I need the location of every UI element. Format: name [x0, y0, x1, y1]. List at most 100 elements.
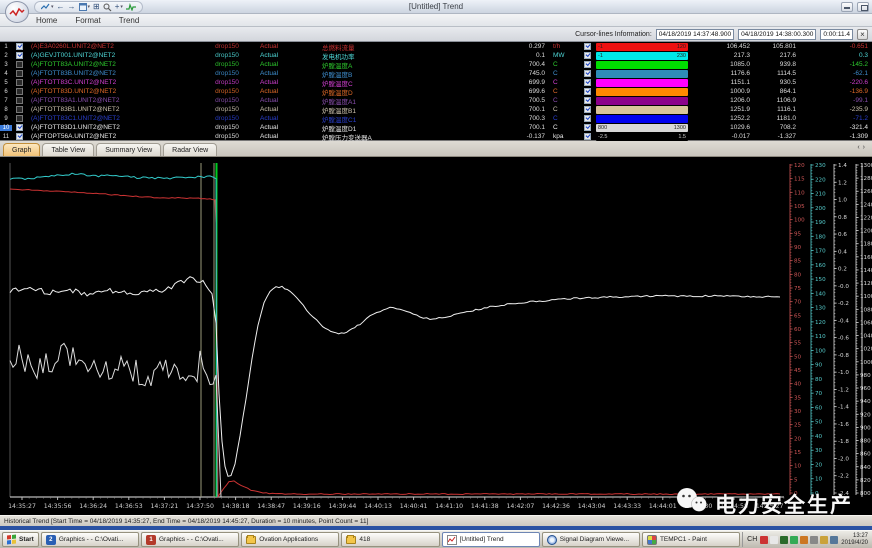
pen-visible-checkbox[interactable] — [16, 88, 23, 95]
svg-text:-0.4: -0.4 — [838, 318, 849, 324]
unit-cell: C — [547, 88, 579, 95]
pen-visible-checkbox[interactable] — [16, 106, 23, 113]
taskbar-item-ovation-applications[interactable]: Ovation Applications — [241, 532, 339, 547]
menu-home[interactable]: Home — [36, 16, 57, 25]
drop-cell: drop150 — [202, 61, 252, 68]
cursor1-time-field[interactable]: 04/18/2019 14:37:48.900 — [656, 29, 734, 40]
tray-icon[interactable] — [820, 536, 828, 544]
current-value-cell: 700.5 — [485, 97, 547, 104]
cursor1-value-cell: -0.017 — [688, 133, 752, 140]
tray-icon[interactable] — [760, 536, 768, 544]
scale-range-bar[interactable]: -1230 — [596, 52, 688, 60]
trend-graph-area[interactable]: 14:35:2714:35:5614:36:2414:36:5314:37:21… — [0, 157, 872, 515]
taskbar-item-tempc1-paint[interactable]: TEMPC1 - Paint — [642, 532, 740, 547]
pen-visible-checkbox[interactable] — [16, 133, 23, 140]
scale-range-bar[interactable] — [596, 70, 688, 78]
svg-text:100: 100 — [794, 218, 805, 224]
menu-format[interactable]: Format — [75, 16, 100, 25]
pen-visible-checkbox[interactable] — [16, 79, 23, 86]
pen-visible-checkbox[interactable] — [16, 43, 23, 50]
svg-text:1.0: 1.0 — [838, 198, 847, 204]
tab-summary-view[interactable]: Summary View — [96, 143, 161, 156]
scale-range-bar[interactable]: -2.51.5 — [596, 133, 688, 141]
tray-icon[interactable] — [780, 536, 788, 544]
cursor1-value-cell: 106.452 — [688, 43, 752, 50]
taskbar-item-signal-diagram-viewe-[interactable]: Signal Diagram Viewe... — [542, 532, 640, 547]
svg-text:60: 60 — [815, 405, 823, 411]
cursor-delta-field[interactable]: 0:00:11.4 — [820, 29, 853, 40]
scale-checkbox[interactable] — [584, 106, 591, 113]
table-row[interactable]: 11(A)FTOPT56A.UNIT2@NET2drop150Actual炉膛压… — [0, 132, 872, 141]
tray-icon[interactable] — [810, 536, 818, 544]
new-window-icon[interactable]: ▾ — [79, 2, 91, 12]
minimize-button[interactable] — [841, 2, 853, 12]
cursor2-time-field[interactable]: 04/18/2019 14:38:00.300 — [738, 29, 816, 40]
cursor1-value-cell: 1000.9 — [688, 88, 752, 95]
tab-radar-view[interactable]: Radar View — [163, 143, 217, 156]
pulse-icon[interactable] — [126, 3, 136, 11]
pen-visible-checkbox[interactable] — [16, 61, 23, 68]
cursor-info-close-icon[interactable]: × — [857, 29, 868, 40]
scale-checkbox[interactable] — [584, 133, 591, 140]
time-tick-label: 14:40:41 — [400, 503, 428, 510]
pen-visible-checkbox[interactable] — [16, 115, 23, 122]
pen-visible-checkbox[interactable] — [16, 52, 23, 59]
tray-icon[interactable] — [830, 536, 838, 544]
tab-graph[interactable]: Graph — [3, 143, 40, 156]
scale-range-bar[interactable] — [596, 115, 688, 123]
scale-checkbox[interactable] — [584, 70, 591, 77]
svg-text:75: 75 — [794, 286, 802, 292]
pen-visible-checkbox[interactable] — [16, 70, 23, 77]
app-orb-icon[interactable] — [5, 1, 29, 23]
scale-checkbox[interactable] — [584, 97, 591, 104]
svg-text:120: 120 — [794, 163, 805, 169]
pen-visible-checkbox[interactable] — [16, 124, 23, 131]
pen-visible-checkbox[interactable] — [16, 97, 23, 104]
scale-range-bar[interactable] — [596, 79, 688, 87]
cursor2-value-cell: 1181.0 — [752, 115, 798, 122]
cursor1-value-cell: 217.3 — [688, 52, 752, 59]
tray-icon[interactable] — [790, 536, 798, 544]
forward-icon[interactable]: → — [68, 2, 76, 12]
taskbar-item-418[interactable]: 418 — [341, 532, 439, 547]
menu-trend[interactable]: Trend — [119, 16, 140, 25]
trend-chart-icon[interactable]: ▾ — [41, 2, 54, 12]
start-button[interactable]: Start — [2, 532, 39, 547]
scale-checkbox[interactable] — [584, 52, 591, 59]
scale-range-bar[interactable] — [596, 88, 688, 96]
taskbar-item-graphics-c-ovati-[interactable]: 1Graphics - - C:\Ovati... — [141, 532, 239, 547]
scale-checkbox[interactable] — [584, 79, 591, 86]
scale-checkbox[interactable] — [584, 115, 591, 122]
svg-text:60: 60 — [794, 327, 802, 333]
scale-range-bar[interactable]: 8001300 — [596, 124, 688, 132]
back-icon[interactable]: ← — [57, 2, 65, 12]
mode-cell: Actual — [252, 88, 307, 95]
tab-table-view[interactable]: Table View — [42, 143, 94, 156]
svg-text:80: 80 — [815, 377, 823, 383]
scale-checkbox[interactable] — [584, 124, 591, 131]
tab-scroll-arrows[interactable]: ‹› — [857, 144, 868, 151]
grid-icon[interactable]: ⊞ — [93, 2, 100, 12]
tray-icon[interactable] — [800, 536, 808, 544]
scale-range-bar[interactable]: -1120 — [596, 43, 688, 51]
tray-icon[interactable] — [770, 536, 778, 544]
add-icon[interactable]: +▾ — [115, 2, 123, 12]
svg-text:-0.6: -0.6 — [838, 336, 849, 342]
zoom-icon[interactable] — [103, 3, 112, 12]
restore-button[interactable] — [857, 2, 869, 12]
scale-checkbox[interactable] — [584, 43, 591, 50]
taskbar-item--untitled-trend[interactable]: [Untitled] Trend — [442, 532, 540, 547]
scale-range-bar[interactable] — [596, 106, 688, 114]
svg-text:65: 65 — [794, 313, 802, 319]
time-tick-label: 14:42:36 — [542, 503, 570, 510]
svg-text:210: 210 — [815, 192, 826, 198]
signal-name-cell: (A)FTOTT83A1.UNIT2@NET2 — [27, 97, 202, 104]
trend-plot-svg[interactable]: 14:35:2714:35:5614:36:2414:36:5314:37:21… — [0, 157, 872, 515]
scale-range-bar[interactable] — [596, 97, 688, 105]
language-indicator[interactable]: CH — [747, 536, 757, 543]
drop-cell: drop150 — [202, 70, 252, 77]
scale-checkbox[interactable] — [584, 88, 591, 95]
scale-checkbox[interactable] — [584, 61, 591, 68]
scale-range-bar[interactable] — [596, 61, 688, 69]
taskbar-item-graphics-c-ovati-[interactable]: 2Graphics - - C:\Ovati... — [41, 532, 139, 547]
